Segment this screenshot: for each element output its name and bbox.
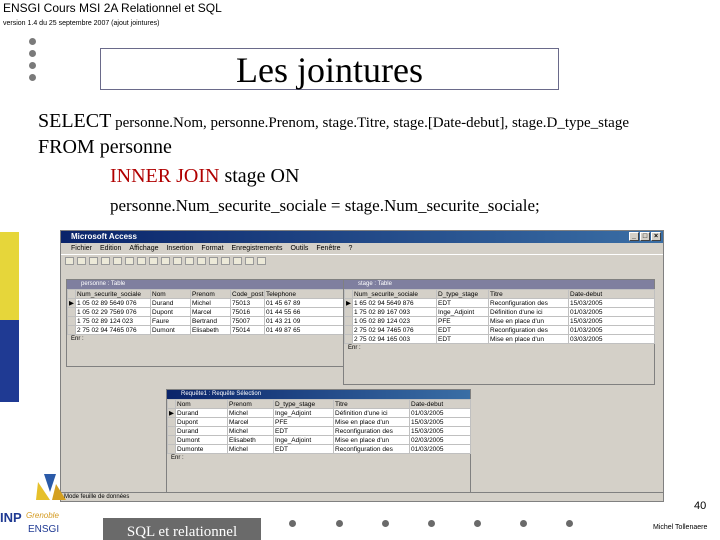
maximize-button[interactable]: □: [640, 232, 650, 241]
slide-title: Les jointures: [100, 48, 559, 90]
database-icon[interactable]: [245, 256, 254, 265]
access-titlebar: Microsoft Access _ □ ×: [61, 231, 663, 243]
left-bar-yellow: [0, 232, 19, 320]
column-header[interactable]: Code_post: [230, 289, 265, 299]
stage-table: Num_securite_sociale D_type_stage Titre …: [344, 289, 655, 344]
undo-icon[interactable]: [161, 256, 170, 265]
table-row[interactable]: Dupont Marcel PFE Mise en place d'un 15/…: [167, 417, 471, 427]
personne-table-title: personne : Table: [67, 280, 348, 289]
menu-item-affichage[interactable]: Affichage: [129, 243, 158, 254]
table-row[interactable]: 2 75 02 94 7465 076 EDT Reconfiguration …: [344, 325, 655, 335]
status-bar: Mode feuille de données: [61, 492, 663, 501]
column-header[interactable]: Titre: [333, 399, 410, 409]
access-window: Microsoft Access _ □ × Fichier Edition A…: [60, 230, 664, 502]
menu-item-insertion[interactable]: Insertion: [166, 243, 193, 254]
sql-join-line: INNER JOIN stage ON: [110, 165, 300, 187]
column-header[interactable]: Telephone: [264, 289, 349, 299]
logo-ensgi: ENSGI: [28, 524, 59, 535]
view-icon[interactable]: [65, 256, 74, 265]
logo-shape-orange: [52, 484, 66, 500]
toolbar: [61, 254, 663, 266]
record-navigator[interactable]: Enr :: [167, 454, 470, 463]
query-table: Nom Prenom D_type_stage Titre Date-debut…: [167, 399, 471, 454]
query-window[interactable]: Requête1 : Requête Sélection Nom Prenom …: [166, 389, 471, 493]
page-number: 40: [694, 500, 707, 512]
footer-label: SQL et relationnel: [103, 518, 261, 540]
table-row[interactable]: 1 05 02 29 7569 076 Dupont Marcel 75016 …: [67, 307, 349, 317]
table-row[interactable]: 2 75 02 94 165 003 EDT Mise en place d'u…: [344, 334, 655, 344]
stage-table-title: stage : Table: [344, 280, 654, 289]
copy-icon[interactable]: [137, 256, 146, 265]
find-icon[interactable]: [209, 256, 218, 265]
left-bar-white: [0, 120, 19, 230]
column-header[interactable]: Date-debut: [568, 289, 655, 299]
sql-select-line: SELECT personne.Nom, personne.Prenom, st…: [38, 110, 629, 132]
logo-grenoble: Grenoble: [26, 511, 59, 520]
column-header[interactable]: D_type_stage: [273, 399, 334, 409]
paste-icon[interactable]: [149, 256, 158, 265]
column-header[interactable]: Date-debut: [409, 399, 471, 409]
filter-icon[interactable]: [197, 256, 206, 265]
left-bar-blue: [0, 320, 19, 402]
column-header[interactable]: Nom: [150, 289, 191, 299]
spell-icon[interactable]: [113, 256, 122, 265]
table-row[interactable]: 2 75 02 94 7465 076 Dumont Elisabeth 750…: [67, 325, 349, 335]
version-line: version 1.4 du 25 septembre 2007 (ajout …: [3, 20, 160, 27]
table-row[interactable]: ▶ Durand Michel Inge_Adjoint Définition …: [167, 408, 471, 418]
menu-item-format[interactable]: Format: [201, 243, 223, 254]
save-icon[interactable]: [77, 256, 86, 265]
menu-bar: Fichier Edition Affichage Insertion Form…: [61, 243, 663, 254]
table-row[interactable]: 1 75 02 89 124 023 Faure Bertrand 75007 …: [67, 316, 349, 326]
column-header[interactable]: D_type_stage: [436, 289, 489, 299]
help-icon[interactable]: [257, 256, 266, 265]
stage-table-window[interactable]: stage : Table Num_securite_sociale D_typ…: [343, 279, 655, 385]
record-navigator[interactable]: Enr :: [344, 344, 654, 353]
menu-item-enregistrements[interactable]: Enregistrements: [232, 243, 283, 254]
menu-item-outils[interactable]: Outils: [290, 243, 308, 254]
personne-table: Num_securite_sociale Nom Prenom Code_pos…: [67, 289, 349, 335]
record-navigator[interactable]: Enr :: [67, 335, 348, 344]
sort-desc-icon[interactable]: [185, 256, 194, 265]
table-row[interactable]: Dumonte Michel EDT Reconfiguration des 0…: [167, 444, 471, 454]
menu-item-fichier[interactable]: Fichier: [71, 243, 92, 254]
menu-item-edition[interactable]: Edition: [100, 243, 121, 254]
column-header[interactable]: Num_securite_sociale: [352, 289, 437, 299]
column-header[interactable]: Prenom: [190, 289, 231, 299]
table-row[interactable]: Durand Michel EDT Reconfiguration des 15…: [167, 426, 471, 436]
column-header[interactable]: Prenom: [227, 399, 274, 409]
table-row[interactable]: 1 05 02 89 124 023 PFE Mise en place d'u…: [344, 316, 655, 326]
personne-table-window[interactable]: personne : Table Num_securite_sociale No…: [66, 279, 349, 367]
bullet-dots: [29, 38, 37, 86]
minimize-button[interactable]: _: [629, 232, 639, 241]
table-row[interactable]: ▶ 1 65 02 94 5649 876 EDT Reconfiguratio…: [344, 298, 655, 308]
course-title: ENSGI Cours MSI 2A Relationnel et SQL: [3, 1, 222, 15]
delete-record-icon[interactable]: [233, 256, 242, 265]
author: Michel Tollenaere: [653, 524, 708, 531]
table-row[interactable]: Dumont Elisabeth Inge_Adjoint Mise en pl…: [167, 435, 471, 445]
column-header[interactable]: Num_securite_sociale: [75, 289, 151, 299]
access-title: Microsoft Access: [71, 232, 137, 241]
cut-icon[interactable]: [125, 256, 134, 265]
menu-item-help[interactable]: ?: [349, 243, 353, 254]
sql-from-line: FROM personne: [38, 136, 172, 158]
logo-inp: INP: [0, 510, 22, 525]
sort-asc-icon[interactable]: [173, 256, 182, 265]
inp-grenoble-logo: INP Grenoble ENSGI: [0, 474, 66, 535]
query-title: Requête1 : Requête Sélection: [167, 390, 470, 399]
print-icon[interactable]: [89, 256, 98, 265]
column-header[interactable]: Titre: [488, 289, 569, 299]
new-record-icon[interactable]: [221, 256, 230, 265]
logo-shape-blue: [44, 474, 56, 492]
menu-item-fenetre[interactable]: Fenêtre: [316, 243, 340, 254]
sql-on-line: personne.Num_securite_sociale = stage.Nu…: [110, 196, 540, 215]
table-row[interactable]: 1 75 02 89 167 093 Inge_Adjoint Définiti…: [344, 307, 655, 317]
table-row[interactable]: ▶ 1 05 02 89 5649 076 Durand Michel 7501…: [67, 298, 349, 308]
column-header[interactable]: Nom: [175, 399, 228, 409]
close-button[interactable]: ×: [651, 232, 661, 241]
preview-icon[interactable]: [101, 256, 110, 265]
